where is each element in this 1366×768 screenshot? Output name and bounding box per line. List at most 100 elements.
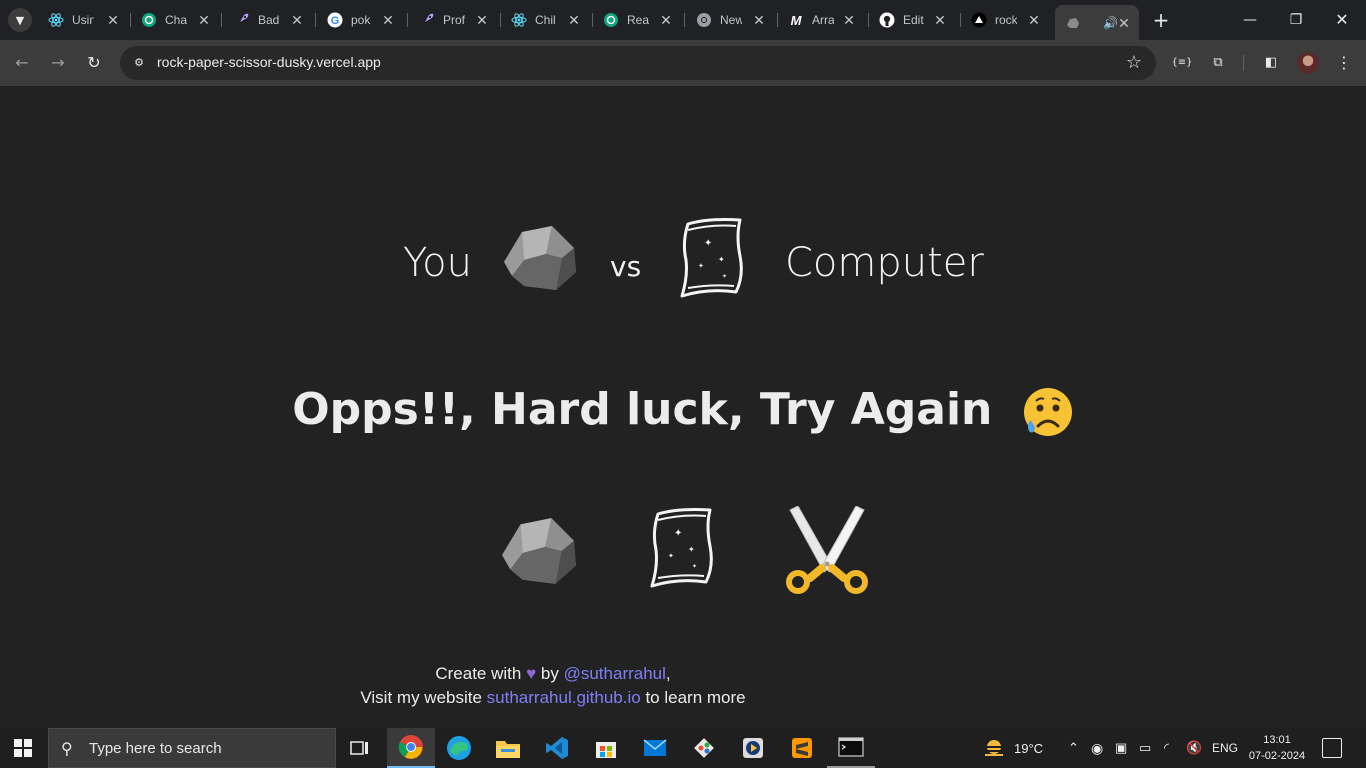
notification-center-icon[interactable] xyxy=(1322,738,1342,758)
google-icon: G xyxy=(327,12,343,28)
language-indicator[interactable]: ENG xyxy=(1212,728,1238,768)
reload-button[interactable]: ↻ xyxy=(82,51,106,75)
show-hidden-icons-chevron-icon[interactable]: ⌃ xyxy=(1068,728,1079,768)
chrome-taskbar-icon[interactable] xyxy=(387,728,435,768)
footer-text: Create with xyxy=(435,664,522,683)
tab-active[interactable]: 🔊 ✕ xyxy=(1055,5,1139,40)
close-tab-icon[interactable]: ✕ xyxy=(381,13,395,27)
site-info-icon[interactable]: ⚙ xyxy=(130,54,148,72)
new-tab-button[interactable]: + xyxy=(1150,9,1172,31)
sublime-text-taskbar-icon[interactable] xyxy=(778,728,826,768)
svg-text:G: G xyxy=(331,15,340,27)
paper-option-button[interactable]: ✦ ✦ ✦ ✦ xyxy=(648,506,718,588)
close-tab-icon[interactable]: ✕ xyxy=(1117,16,1131,30)
rock-option-button[interactable] xyxy=(500,516,578,586)
tab-title: Arra xyxy=(812,13,834,27)
tab-10[interactable]: rock ✕ xyxy=(971,5,1041,35)
close-tab-icon[interactable]: ✕ xyxy=(475,13,489,27)
tab-title: Bad xyxy=(258,13,280,27)
minimize-button[interactable]: — xyxy=(1238,8,1262,32)
footer-text: by xyxy=(540,664,559,683)
close-tab-icon[interactable]: ✕ xyxy=(567,13,581,27)
url-text[interactable]: rock-paper-scissor-dusky.vercel.app xyxy=(157,54,381,70)
edge-taskbar-icon[interactable] xyxy=(435,728,483,768)
tab-strip: ▼ Usin ✕ Cha ✕ Bad ✕ G pok ✕ Prof ✕ Chil… xyxy=(0,0,1366,40)
browser-toolbar: ← → ↻ ⚙ rock-paper-scissor-dusky.vercel.… xyxy=(0,40,1366,86)
extension-icon[interactable]: {≡} xyxy=(1171,52,1193,74)
close-tab-icon[interactable]: ✕ xyxy=(933,13,947,27)
microsoft-store-taskbar-icon[interactable] xyxy=(582,728,630,768)
computer-paper-icon: ✦ ✦ ✦ ✦ xyxy=(680,218,743,298)
tab-7[interactable]: New ✕ xyxy=(696,5,766,35)
footer-line-2: Visit my website sutharrahul.github.io t… xyxy=(300,686,806,710)
tab-title: Usin xyxy=(72,13,94,27)
vscode-taskbar-icon[interactable] xyxy=(533,728,581,768)
task-view-icon[interactable] xyxy=(336,728,384,768)
bookmark-star-icon[interactable]: ☆ xyxy=(1126,52,1142,73)
svg-text:✦: ✦ xyxy=(692,563,697,570)
tab-6[interactable]: Rea ✕ xyxy=(603,5,673,35)
tab-2[interactable]: Bad ✕ xyxy=(234,5,304,35)
wifi-icon[interactable]: ◜ xyxy=(1164,728,1169,768)
close-tab-icon[interactable]: ✕ xyxy=(290,13,304,27)
back-button[interactable]: ← xyxy=(10,51,34,75)
tab-3[interactable]: G pok ✕ xyxy=(327,5,395,35)
footer-text: Visit my website xyxy=(360,688,482,707)
audio-playing-icon[interactable]: 🔊 xyxy=(1103,16,1118,30)
taskbar-search-box[interactable]: ⚲ Type here to search xyxy=(48,728,336,768)
tab-title: Chil xyxy=(535,13,556,27)
result-text: Opps!!, Hard luck, Try Again xyxy=(292,384,993,435)
profile-avatar[interactable] xyxy=(1297,52,1319,74)
battery-icon[interactable]: ▭ xyxy=(1139,728,1151,768)
camera-icon[interactable]: ▣ xyxy=(1115,728,1127,768)
media-app-taskbar-icon[interactable] xyxy=(729,728,777,768)
file-explorer-taskbar-icon[interactable] xyxy=(484,728,532,768)
tab-search-chevron-icon[interactable]: ▼ xyxy=(8,8,32,32)
scissors-option-button[interactable] xyxy=(782,506,872,598)
close-tab-icon[interactable]: ✕ xyxy=(106,13,120,27)
tab-title: pok xyxy=(351,13,371,27)
clock[interactable]: 13:01 07-02-2024 xyxy=(1240,732,1314,764)
player-rock-icon xyxy=(504,226,576,290)
chatgpt-icon xyxy=(603,12,619,28)
search-placeholder: Type here to search xyxy=(89,740,222,757)
svg-text:✦: ✦ xyxy=(688,545,695,554)
side-panel-icon[interactable]: ◧ xyxy=(1260,52,1282,74)
speaker-muted-icon[interactable]: 🔇 xyxy=(1186,728,1202,768)
tab-5[interactable]: Chil ✕ xyxy=(511,5,581,35)
website-link[interactable]: sutharrahul.github.io xyxy=(487,688,641,707)
extensions-puzzle-icon[interactable]: ⧉ xyxy=(1207,52,1229,74)
heart-icon: ♥ xyxy=(526,664,537,683)
close-tab-icon[interactable]: ✕ xyxy=(752,13,766,27)
git-client-taskbar-icon[interactable] xyxy=(680,728,728,768)
terminal-taskbar-icon[interactable] xyxy=(827,728,875,768)
tab-0[interactable]: Usin ✕ xyxy=(48,5,120,35)
close-tab-icon[interactable]: ✕ xyxy=(1027,13,1041,27)
close-tab-icon[interactable]: ✕ xyxy=(842,13,856,27)
github-icon xyxy=(879,12,895,28)
forward-button[interactable]: → xyxy=(46,51,70,75)
windows-start-button[interactable] xyxy=(14,739,32,757)
tab-1[interactable]: Cha ✕ xyxy=(141,5,211,35)
restore-button[interactable]: ❐ xyxy=(1284,8,1308,32)
weather-widget[interactable]: 19°C xyxy=(982,728,1043,768)
you-label: You xyxy=(403,240,472,286)
weather-haze-icon xyxy=(984,740,1004,756)
m-icon: M xyxy=(790,12,802,28)
tab-8[interactable]: M Arra ✕ xyxy=(788,5,856,35)
tab-title: Edit xyxy=(903,13,924,27)
tab-4[interactable]: Prof ✕ xyxy=(419,5,489,35)
tab-9[interactable]: Edit ✕ xyxy=(879,5,947,35)
choice-options: ✦ ✦ ✦ ✦ xyxy=(0,506,1366,606)
address-bar[interactable]: ⚙ rock-paper-scissor-dusky.vercel.app ☆ xyxy=(120,46,1156,80)
footer-text: , xyxy=(665,664,671,683)
mail-taskbar-icon[interactable] xyxy=(631,728,679,768)
record-icon[interactable]: ◉ xyxy=(1091,728,1103,768)
rocket-icon xyxy=(234,12,250,28)
react-icon xyxy=(511,12,527,28)
author-link[interactable]: @sutharrahul xyxy=(564,664,666,683)
close-tab-icon[interactable]: ✕ xyxy=(197,13,211,27)
close-window-button[interactable]: ✕ xyxy=(1330,8,1354,32)
close-tab-icon[interactable]: ✕ xyxy=(659,13,673,27)
menu-kebab-icon[interactable]: ⋮ xyxy=(1333,52,1355,74)
